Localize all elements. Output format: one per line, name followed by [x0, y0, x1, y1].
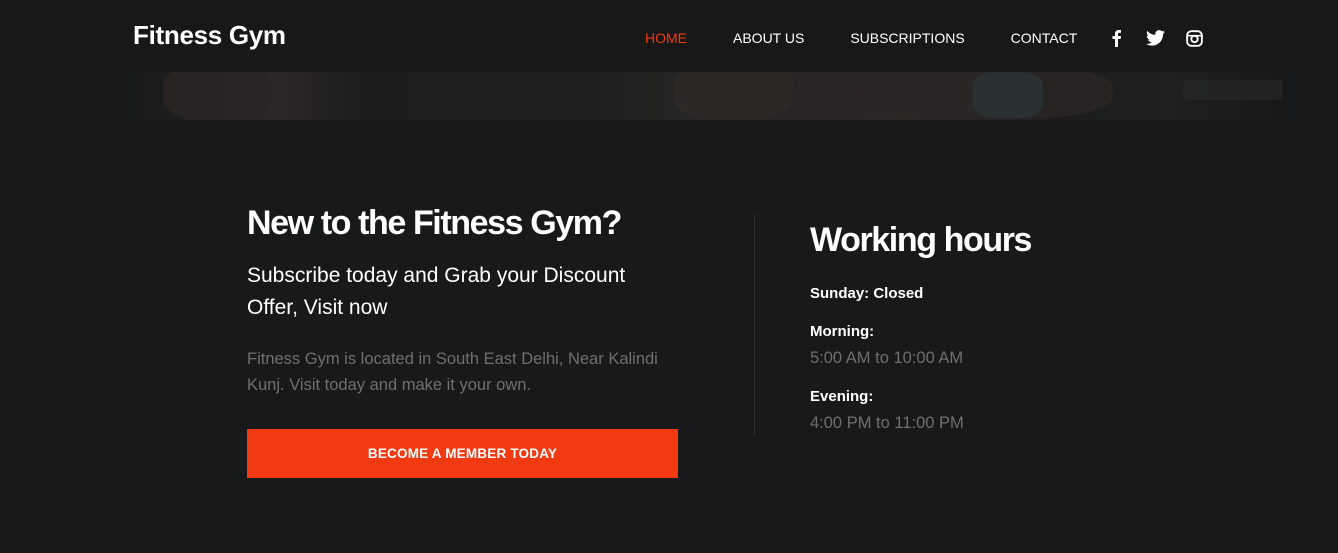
hero-silhouette — [163, 72, 273, 120]
working-hours-section: Working hours Sunday: Closed Morning: 5:… — [810, 218, 1170, 435]
promo-description: Fitness Gym is located in South East Del… — [247, 350, 658, 394]
instagram-icon[interactable] — [1184, 28, 1204, 48]
promo-section: New to the Fitness Gym? Subscribe today … — [247, 200, 687, 398]
promo-subtitle: Subscribe today and Grab your Discount O… — [247, 264, 626, 319]
sunday-hours: Sunday: Closed — [810, 285, 924, 302]
main-nav: HOME ABOUT US SUBSCRIPTIONS CONTACT — [645, 30, 1077, 46]
column-divider — [754, 214, 755, 435]
nav-home[interactable]: HOME — [645, 30, 687, 46]
become-member-button[interactable]: BECOME A MEMBER TODAY — [247, 429, 678, 478]
brand-logo[interactable]: Fitness Gym — [133, 20, 286, 51]
hero-silhouette — [973, 72, 1043, 118]
morning-label: Morning: — [810, 323, 875, 340]
twitter-icon[interactable] — [1145, 28, 1165, 48]
facebook-icon[interactable] — [1106, 28, 1126, 48]
navbar: Fitness Gym HOME ABOUT US SUBSCRIPTIONS … — [0, 0, 1338, 72]
working-hours-title: Working hours — [810, 221, 1032, 259]
hero-silhouette — [1183, 80, 1283, 100]
morning-hours: 5:00 AM to 10:00 AM — [810, 349, 964, 367]
hero-silhouette — [673, 72, 793, 120]
page: Fitness Gym HOME ABOUT US SUBSCRIPTIONS … — [0, 0, 1338, 553]
promo-title: New to the Fitness Gym? — [247, 204, 622, 242]
nav-about-us[interactable]: ABOUT US — [733, 30, 804, 46]
social-links — [1106, 28, 1204, 48]
hero-image-strip — [133, 72, 1285, 120]
nav-subscriptions[interactable]: SUBSCRIPTIONS — [850, 30, 964, 46]
evening-label: Evening: — [810, 388, 874, 405]
evening-hours: 4:00 PM to 11:00 PM — [810, 414, 964, 432]
nav-contact[interactable]: CONTACT — [1011, 30, 1078, 46]
